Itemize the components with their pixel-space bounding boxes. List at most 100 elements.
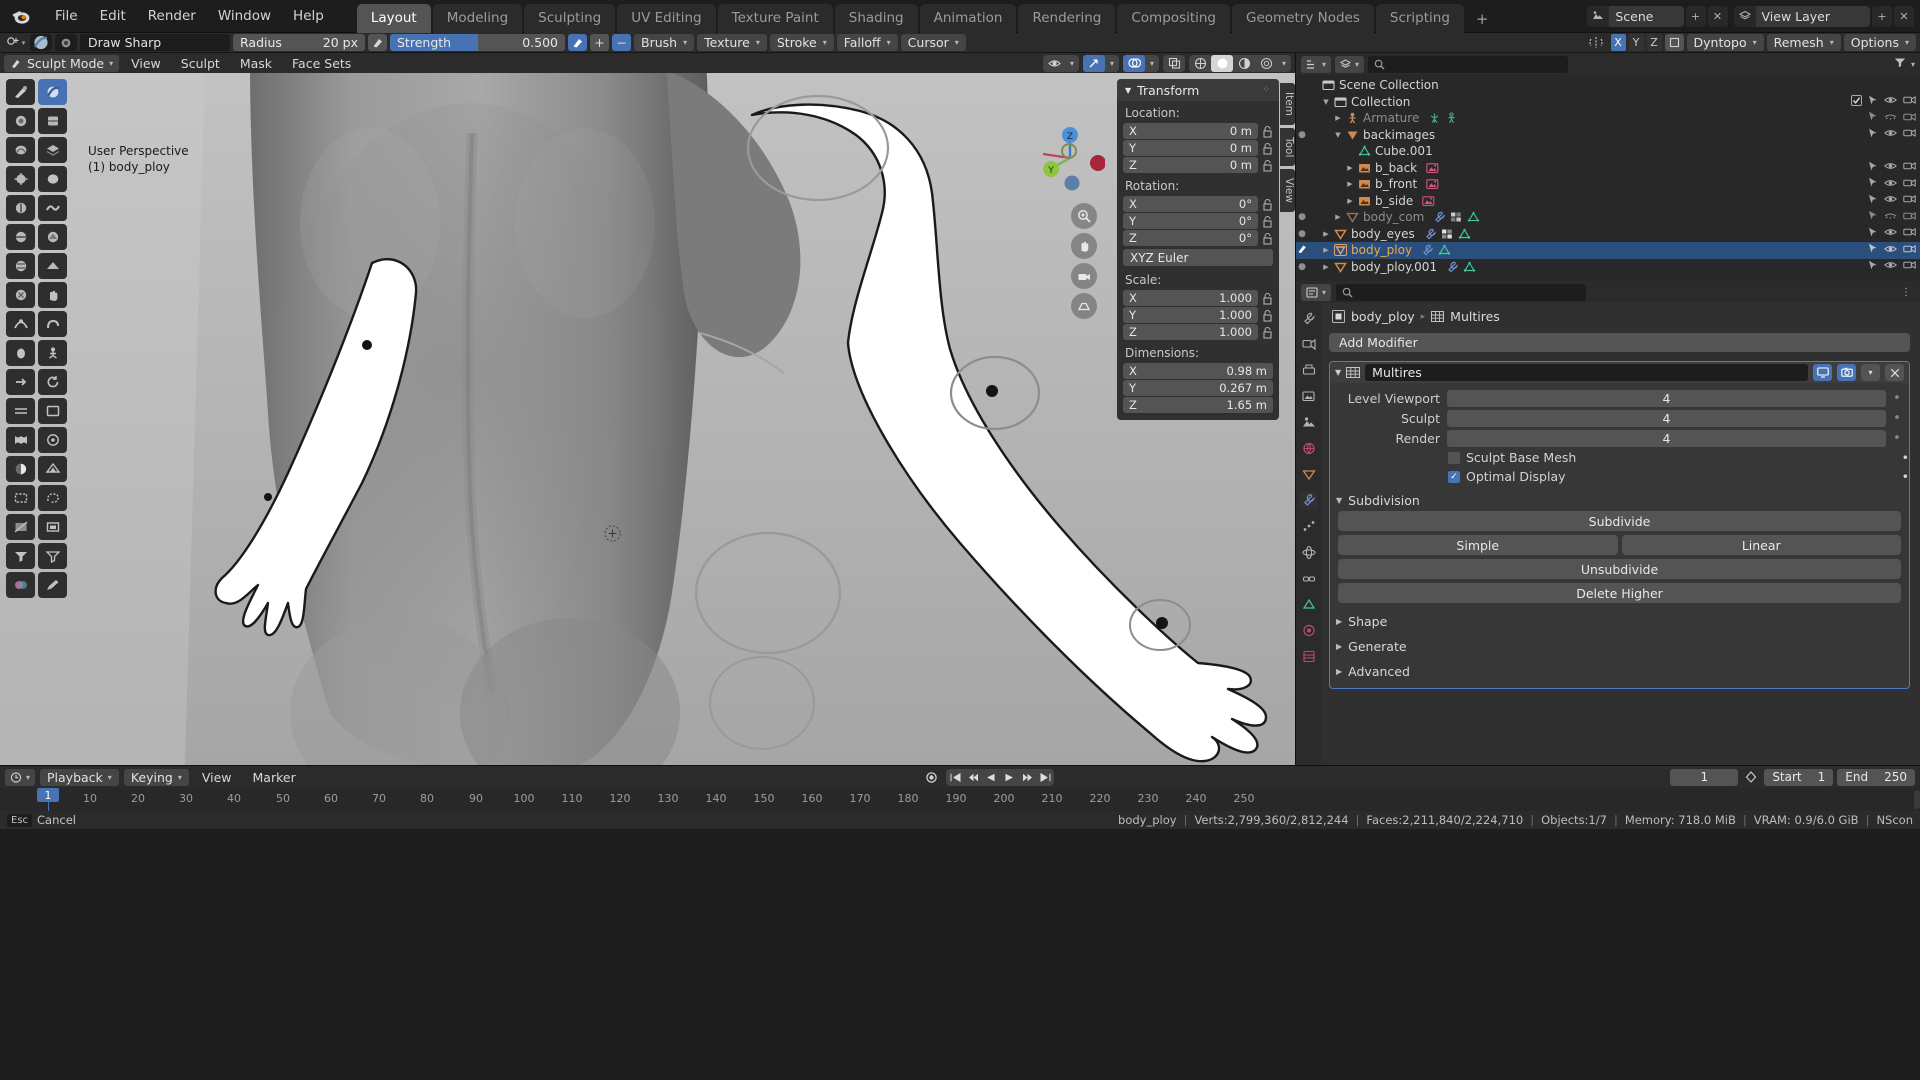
npanel-tab-view[interactable]: View [1280,169,1295,213]
rotation-z-row[interactable]: Z 0° [1117,230,1279,246]
eye-icon[interactable] [1884,227,1897,240]
ortho-perspective-icon[interactable] [1071,293,1097,319]
tab-rendering[interactable]: Rendering [1018,3,1116,33]
outliner-row-scene-collection[interactable]: Scene Collection [1296,77,1920,94]
expand-arrow-icon[interactable]: ▶ [1332,114,1344,122]
lock-icon[interactable] [1262,215,1273,228]
timeline-menu-view[interactable]: View [194,769,240,786]
texture-dropdown[interactable]: Texture ▾ [697,34,767,51]
tool-slide-relax[interactable] [6,398,35,424]
particle-properties-icon[interactable] [1299,517,1318,536]
dimensions-x-field[interactable]: X 0.98 m [1123,363,1273,379]
cursor-icon[interactable] [1868,194,1878,208]
tool-thumb[interactable] [6,340,35,366]
jump-to-start-button[interactable] [946,769,964,786]
cursor-icon[interactable] [1868,243,1878,257]
tool-flatten[interactable] [6,224,35,250]
animate-property-dot[interactable]: • [1893,431,1901,446]
tab-scripting[interactable]: Scripting [1375,3,1464,33]
camera-icon[interactable] [1903,112,1916,125]
camera-icon[interactable] [1903,244,1916,257]
scale-y-row[interactable]: Y 1.000 [1117,307,1279,323]
timeline-ruler[interactable]: 1 10 20 30 40 50 60 70 80 90 100 110 120… [0,788,1920,811]
lock-icon[interactable] [1262,125,1273,138]
scale-x-row[interactable]: X 1.000 [1117,290,1279,306]
camera-icon[interactable] [1903,128,1916,141]
dimensions-y-row[interactable]: Y 0.267 m [1117,380,1279,396]
tool-fill[interactable] [38,224,67,250]
eye-icon[interactable] [1884,260,1897,273]
menu-window[interactable]: Window [207,5,282,27]
restrict-select-dot[interactable]: ● [1296,229,1308,239]
view-layer-name[interactable]: View Layer [1755,5,1870,27]
expand-arrow-icon[interactable]: ▶ [1320,246,1332,254]
output-properties-icon[interactable] [1299,361,1318,380]
tool-box-hide[interactable] [6,514,35,540]
outliner-row-b-front[interactable]: ▶ b_front [1296,176,1920,193]
subtract-direction-button[interactable]: − [612,34,631,51]
cursor-icon[interactable] [1868,95,1878,109]
symmetry-z-button[interactable]: Z [1646,34,1662,51]
scale-y-field[interactable]: Y 1.000 [1123,307,1258,323]
optimal-display-row[interactable]: ✓ Optimal Display • [1330,467,1909,486]
tool-color-filter[interactable] [6,572,35,598]
lock-icon[interactable] [1262,326,1273,339]
pan-icon[interactable] [1071,233,1097,259]
camera-icon[interactable] [1903,178,1916,191]
camera-icon[interactable] [1903,211,1916,224]
location-x-row[interactable]: X 0 m [1117,123,1279,139]
expand-arrow-icon[interactable]: ▶ [1344,180,1356,188]
play-button[interactable] [1000,769,1018,786]
tool-simplify[interactable] [38,427,67,453]
dimensions-z-row[interactable]: Z 1.65 m [1117,397,1279,413]
brush-name-field[interactable]: Draw Sharp [80,34,230,51]
viewport-menu-mask[interactable]: Mask [232,55,280,72]
lock-icon[interactable] [1262,232,1273,245]
strength-slider[interactable]: Strength 0.500 [390,34,565,51]
viewport-menu-view[interactable]: View [123,55,169,72]
outliner-row-body-ploy-001[interactable]: ● ▶ body_ploy.001 [1296,259,1920,276]
cursor-icon[interactable] [1868,210,1878,224]
timeline-menu-marker[interactable]: Marker [245,769,304,786]
unsubdivide-button[interactable]: Unsubdivide [1338,559,1901,579]
transform-panel-header[interactable]: ▼ Transform ⁘ [1117,79,1279,101]
tool-layer[interactable] [38,137,67,163]
camera-icon[interactable] [1903,95,1916,108]
dyntopo-dropdown[interactable]: Dyntopo ▾ [1686,34,1764,51]
brush-dropdown[interactable]: Brush ▾ [634,34,695,51]
linear-button[interactable]: Linear [1621,535,1901,555]
tab-shading[interactable]: Shading [834,3,918,33]
camera-icon[interactable] [1903,161,1916,174]
keying-dropdown[interactable]: Keying ▾ [123,768,189,786]
add-workspace-button[interactable]: + [1466,5,1499,33]
sculpt-base-mesh-row[interactable]: Sculpt Base Mesh • [1330,448,1909,467]
advanced-section-header[interactable]: ▶ Advanced [1330,657,1909,682]
drag-handle-icon[interactable]: ⁘ [1262,85,1271,95]
delete-view-layer-button[interactable]: ✕ [1894,5,1914,27]
display-in-viewport-toggle[interactable] [1813,364,1832,381]
tool-multiplane-scrape[interactable] [38,253,67,279]
material-preview-shading-icon[interactable] [1233,55,1255,72]
menu-render[interactable]: Render [137,5,207,27]
outliner-editor-type-button[interactable]: ▾ [1301,55,1332,73]
tool-mesh-filter[interactable] [6,543,35,569]
chevron-down-icon[interactable]: ▾ [1105,55,1119,72]
viewport-menu-face-sets[interactable]: Face Sets [284,55,359,72]
eye-icon[interactable] [1884,244,1897,257]
sculpt-mode-indicator-icon[interactable] [1296,243,1308,257]
render-toggle[interactable] [1837,364,1856,381]
outliner-row-b-side[interactable]: ▶ b_side [1296,193,1920,210]
playback-dropdown[interactable]: Playback ▾ [40,768,119,786]
cursor-icon[interactable] [1868,260,1878,274]
next-keyframe-button[interactable] [1018,769,1036,786]
lock-icon[interactable] [1262,198,1273,211]
tool-draw-face-sets[interactable] [38,456,67,482]
chevron-down-icon[interactable]: ▾ [1277,55,1291,72]
expand-arrow-icon[interactable]: ▼ [1320,98,1332,106]
viewport-menu-sculpt[interactable]: Sculpt [173,55,228,72]
animate-property-dot[interactable]: • [1902,450,1909,465]
outliner-row-armature[interactable]: ▶ Armature [1296,110,1920,127]
constraints-properties-icon[interactable] [1299,569,1318,588]
properties-editor-type-button[interactable]: ▾ [1301,283,1332,301]
eye-icon[interactable] [1884,95,1897,108]
